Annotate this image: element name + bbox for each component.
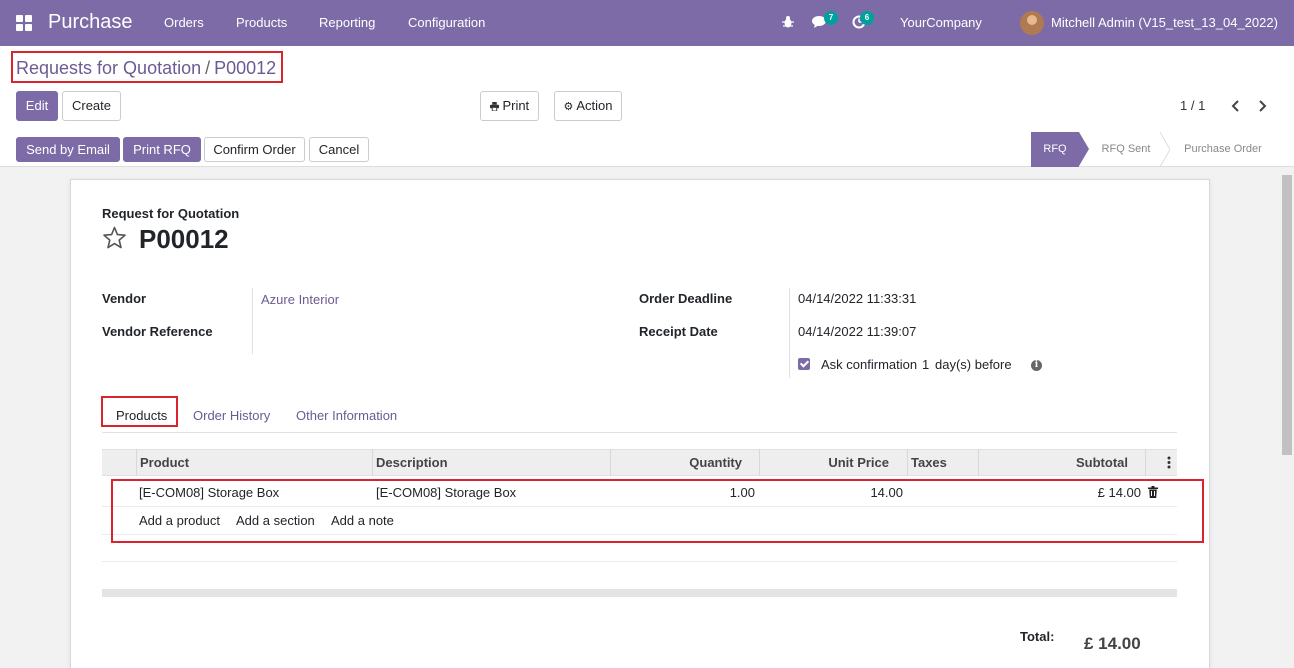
vendor-field[interactable]: Azure Interior xyxy=(261,292,339,307)
company-switcher[interactable]: YourCompany xyxy=(900,15,982,30)
document-type-label: Request for Quotation xyxy=(102,206,240,221)
document-name: P00012 xyxy=(139,224,229,254)
column-description[interactable]: Description xyxy=(376,455,448,470)
menu-reporting[interactable]: Reporting xyxy=(319,15,375,30)
column-separator xyxy=(610,449,611,476)
breadcrumb: Requests for Quotation / P00012 xyxy=(16,58,276,79)
stage-separator-chevron xyxy=(1160,132,1170,167)
debug-bug-icon[interactable] xyxy=(782,15,794,29)
print-rfq-button[interactable]: Print RFQ xyxy=(123,137,201,162)
breadcrumb-separator: / xyxy=(205,58,211,78)
total-amount: £ 14.00 xyxy=(1084,634,1141,653)
column-separator xyxy=(1145,449,1146,476)
totals-divider xyxy=(102,589,1177,597)
vendor-label: Vendor xyxy=(102,291,147,306)
edit-button[interactable]: Edit xyxy=(16,91,58,121)
menu-products[interactable]: Products xyxy=(236,15,287,30)
tabs-divider xyxy=(102,432,1177,433)
pager-value[interactable]: 1 / 1 xyxy=(1180,98,1205,113)
ask-confirmation-days[interactable]: 1 xyxy=(922,357,929,372)
breadcrumb-current: P00012 xyxy=(214,58,277,78)
field-separator xyxy=(252,288,253,354)
print-button[interactable]: Print xyxy=(480,91,539,121)
vendor-reference-label: Vendor Reference xyxy=(102,324,213,339)
column-separator xyxy=(907,449,908,476)
column-unit-price[interactable]: Unit Price xyxy=(763,455,889,470)
column-product[interactable]: Product xyxy=(140,455,189,470)
column-separator xyxy=(136,449,137,476)
row-divider xyxy=(102,561,1177,562)
tab-products[interactable]: Products xyxy=(116,408,167,423)
tab-other-information[interactable]: Other Information xyxy=(296,408,397,423)
order-deadline-label: Order Deadline xyxy=(639,291,733,306)
column-separator xyxy=(978,449,979,476)
stage-rfq[interactable]: RFQ xyxy=(1031,132,1089,167)
column-quantity[interactable]: Quantity xyxy=(614,455,742,470)
receipt-date-field[interactable]: 04/14/2022 11:39:07 xyxy=(798,324,916,339)
create-button[interactable]: Create xyxy=(62,91,121,121)
info-icon[interactable]: i xyxy=(1031,360,1042,371)
cancel-button[interactable]: Cancel xyxy=(309,137,369,162)
user-avatar[interactable] xyxy=(1020,11,1044,35)
action-label: Action xyxy=(576,98,613,113)
order-deadline-field[interactable]: 04/14/2022 11:33:31 xyxy=(798,291,916,306)
stage-rfq-sent[interactable]: RFQ Sent xyxy=(1090,132,1162,167)
app-name[interactable]: Purchase xyxy=(48,11,133,34)
column-separator xyxy=(372,449,373,476)
ask-confirmation-checkbox[interactable] xyxy=(798,358,810,370)
gear-icon: ⚙ xyxy=(563,101,574,113)
confirm-order-button[interactable]: Confirm Order xyxy=(204,137,305,162)
apps-menu-icon[interactable] xyxy=(16,15,32,31)
tab-order-history[interactable]: Order History xyxy=(193,408,270,423)
order-lines-highlight-box xyxy=(111,479,1204,543)
send-by-email-button[interactable]: Send by Email xyxy=(16,137,120,162)
printer-icon xyxy=(489,102,499,112)
ask-confirmation-label: Ask confirmation xyxy=(821,357,918,372)
breadcrumb-parent-link[interactable]: Requests for Quotation xyxy=(16,58,201,78)
field-separator xyxy=(789,288,790,378)
stage-purchase-order[interactable]: Purchase Order xyxy=(1172,132,1274,167)
pager-next-icon[interactable] xyxy=(1258,99,1268,113)
messages-count-badge: 7 xyxy=(824,11,838,25)
menu-orders[interactable]: Orders xyxy=(164,15,204,30)
total-label: Total: xyxy=(1020,629,1055,644)
column-separator xyxy=(759,449,760,476)
activities-count-badge: 6 xyxy=(860,11,874,25)
scrollbar-thumb[interactable] xyxy=(1282,175,1292,455)
action-button[interactable]: ⚙ Action xyxy=(554,91,622,121)
column-taxes[interactable]: Taxes xyxy=(911,455,947,470)
ask-confirmation-suffix: day(s) before xyxy=(935,357,1012,372)
receipt-date-label: Receipt Date xyxy=(639,324,718,339)
column-subtotal[interactable]: Subtotal xyxy=(982,455,1128,470)
menu-configuration[interactable]: Configuration xyxy=(408,15,485,30)
optional-columns-icon[interactable] xyxy=(1167,456,1171,469)
favorite-star-icon[interactable] xyxy=(102,226,127,250)
pager-previous-icon[interactable] xyxy=(1230,99,1240,113)
top-navbar: Purchase Orders Products Reporting Confi… xyxy=(0,0,1294,46)
print-label: Print xyxy=(502,98,530,113)
user-menu[interactable]: Mitchell Admin (V15_test_13_04_2022) xyxy=(1051,15,1278,30)
